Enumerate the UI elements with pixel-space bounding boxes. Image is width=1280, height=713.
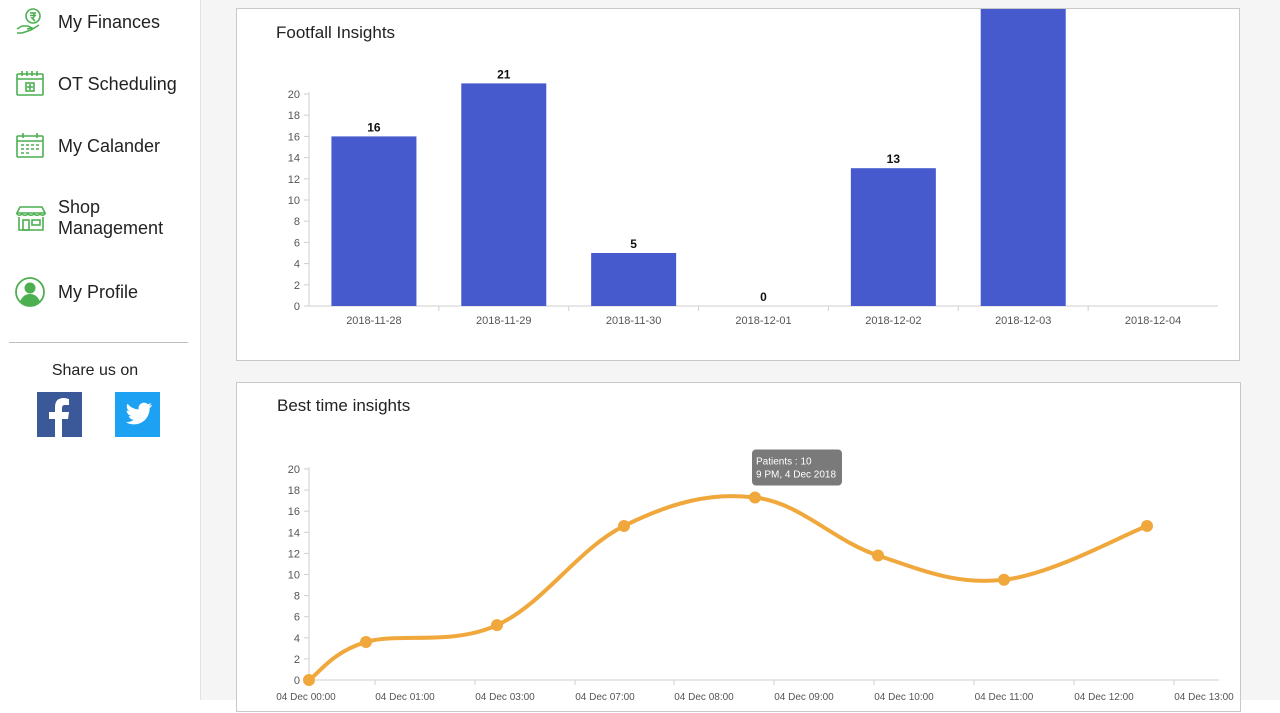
y-tick-label: 8 <box>294 216 300 228</box>
x-tick-label: 2018-12-04 <box>1125 315 1181 327</box>
data-point[interactable] <box>998 573 1010 586</box>
x-tick-label: 2018-11-28 <box>346 315 401 327</box>
share-label: Share us on <box>51 362 139 379</box>
y-tick-label: 20 <box>288 89 300 101</box>
sidebar: My Finances OT Scheduling My Calander Sh… <box>0 0 201 700</box>
y-tick-label: 2 <box>294 654 300 666</box>
bar[interactable] <box>980 9 1066 306</box>
y-tick-label: 6 <box>294 237 300 249</box>
footfall-panel: Footfall Insights 0 2 4 6 8 10 12 14 16 18 20 2018-… <box>236 8 1240 361</box>
y-tick-label: 8 <box>294 591 300 603</box>
sidebar-item-ot-scheduling[interactable]: OT Scheduling <box>14 62 194 106</box>
shop-icon <box>14 201 48 235</box>
bar-data-label: 13 <box>887 152 901 166</box>
x-tick-label: 04 Dec 07:00 <box>575 692 635 703</box>
y-tick-label: 4 <box>294 633 300 645</box>
y-tick-label: 14 <box>288 153 300 165</box>
sidebar-item-label: OT Scheduling <box>58 73 177 94</box>
sidebar-divider <box>9 342 188 343</box>
y-tick-label: 2 <box>294 280 300 292</box>
best-time-panel: Best time insights 0 2 4 6 8 10 12 14 16 18 20 04 D… <box>236 382 1241 712</box>
x-tick-label: 04 Dec 01:00 <box>375 692 435 703</box>
data-point[interactable] <box>303 674 315 686</box>
rupee-hand-icon <box>14 5 48 39</box>
bar-data-label: 5 <box>630 237 637 251</box>
x-tick-label: 2018-12-03 <box>995 315 1051 327</box>
y-tick-label: 4 <box>294 259 300 271</box>
x-tick-label: 04 Dec 09:00 <box>774 692 834 703</box>
sidebar-item-my-finances[interactable]: My Finances <box>14 0 194 44</box>
x-tick-label: 2018-12-02 <box>865 315 921 327</box>
y-tick-label: 6 <box>294 612 300 624</box>
sidebar-item-shop-management[interactable]: Shop Management <box>14 196 194 240</box>
x-tick-label: 2018-11-30 <box>606 315 661 327</box>
sidebar-item-my-calander[interactable]: My Calander <box>14 124 194 168</box>
x-tick-label: 04 Dec 08:00 <box>674 692 734 703</box>
x-tick-label: 04 Dec 12:00 <box>1074 692 1134 703</box>
sidebar-item-my-profile[interactable]: My Profile <box>14 270 194 314</box>
y-tick-label: 16 <box>288 506 300 518</box>
twitter-button[interactable] <box>115 392 160 437</box>
facebook-icon <box>49 398 69 437</box>
x-tick-label: 04 Dec 00:00 <box>276 692 336 703</box>
bar[interactable] <box>850 168 936 306</box>
data-point[interactable] <box>1141 519 1153 532</box>
facebook-button[interactable] <box>37 392 82 437</box>
main-content: Footfall Insights 0 2 4 6 8 10 12 14 16 18 20 2018-… <box>201 0 1280 712</box>
data-point[interactable] <box>872 549 884 562</box>
y-tick-label: 10 <box>288 570 300 582</box>
data-point[interactable] <box>360 636 372 649</box>
x-tick-label: 04 Dec 11:00 <box>975 692 1034 703</box>
x-tick-label: 2018-11-29 <box>476 315 531 327</box>
bar-data-label: 21 <box>497 67 511 81</box>
data-point[interactable] <box>618 519 630 532</box>
bar-data-label: 0 <box>760 290 767 304</box>
y-tick-label: 0 <box>294 675 300 687</box>
footfall-chart: 0 2 4 6 8 10 12 14 16 18 20 2018-11-28 16 2018-11-29 2… <box>288 9 1218 327</box>
data-point[interactable] <box>491 619 503 632</box>
bar[interactable] <box>591 253 677 306</box>
x-tick-label: 04 Dec 10:00 <box>874 692 934 703</box>
x-tick-label: 2018-12-01 <box>735 315 791 327</box>
y-tick-label: 16 <box>288 131 300 143</box>
y-tick-label: 12 <box>288 174 300 186</box>
bar[interactable] <box>461 83 547 307</box>
sidebar-item-label: My Profile <box>58 281 139 302</box>
twitter-icon <box>125 402 153 425</box>
y-tick-label: 18 <box>288 110 300 122</box>
y-tick-label: 20 <box>288 464 300 476</box>
user-icon <box>14 275 48 309</box>
x-tick-label: 04 Dec 03:00 <box>475 692 535 703</box>
sidebar-item-label: My Finances <box>58 11 161 32</box>
medical-calendar-icon <box>14 67 48 101</box>
y-tick-label: 18 <box>288 485 300 497</box>
sidebar-item-label: My Calander <box>58 135 161 156</box>
calendar-icon <box>14 129 48 163</box>
y-tick-label: 10 <box>288 195 300 207</box>
tooltip-line-2: 9 PM, 4 Dec 2018 <box>756 469 836 480</box>
tooltip-line-1: Patients : 10 <box>756 456 812 467</box>
y-tick-label: 0 <box>294 301 300 313</box>
bar-data-label: 16 <box>367 120 381 134</box>
series-line <box>307 494 1148 682</box>
x-tick-label: 04 Dec 13:00 <box>1174 692 1234 703</box>
sidebar-item-label: Shop Management <box>58 197 164 238</box>
y-tick-label: 14 <box>288 527 300 539</box>
chart-tooltip: Patients : 10 9 PM, 4 Dec 2018 <box>752 449 842 486</box>
data-point[interactable] <box>749 491 761 504</box>
best-time-chart: 0 2 4 6 8 10 12 14 16 18 20 04 Dec 00:00 04 Dec 01:0… <box>276 449 1234 703</box>
bar[interactable] <box>331 136 417 306</box>
y-tick-label: 12 <box>288 548 300 560</box>
